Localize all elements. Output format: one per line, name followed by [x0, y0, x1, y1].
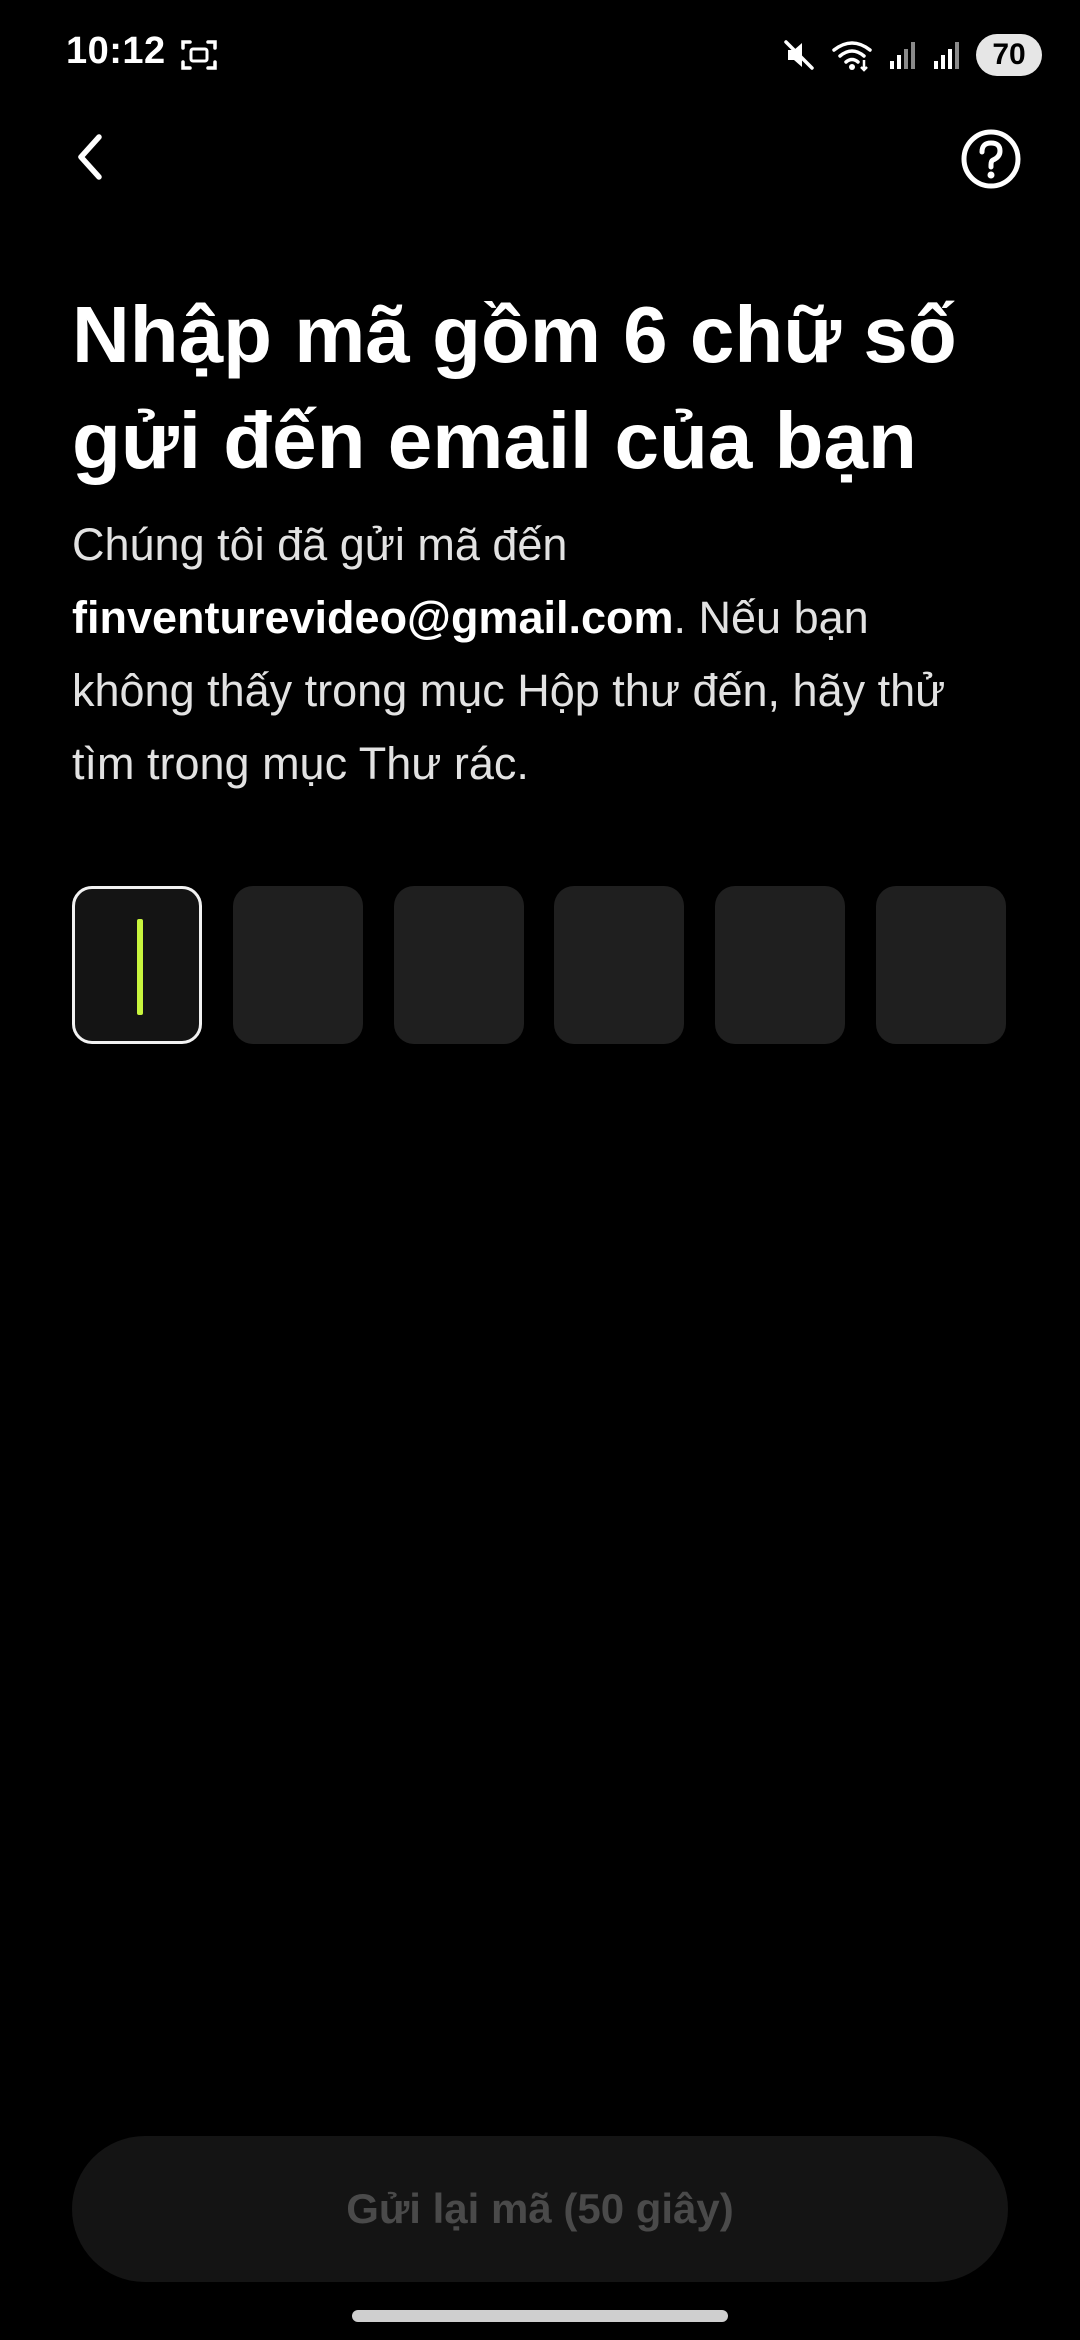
code-digit-5[interactable] [715, 886, 846, 1044]
mute-icon [782, 38, 816, 72]
page-title: Nhập mã gồm 6 chữ số gửi đến email của b… [72, 290, 957, 485]
question-circle-icon [961, 129, 1021, 189]
code-digit-4[interactable] [554, 886, 685, 1044]
code-digit-3[interactable] [393, 886, 524, 1044]
instruction-text: Chúng tôi đã gửi mã đến finventurevideo@… [72, 508, 1002, 800]
screen-capture-icon [180, 38, 218, 72]
signal-icon [932, 39, 962, 71]
chevron-left-icon [78, 134, 102, 180]
code-digit-2[interactable] [232, 886, 363, 1044]
instruction-prefix: Chúng tôi đã gửi mã đến [72, 519, 568, 570]
code-digit-1[interactable] [72, 886, 202, 1044]
code-digit-6[interactable] [875, 886, 1006, 1044]
text-caret [137, 919, 143, 1015]
status-icons: 70 [782, 30, 1042, 80]
home-indicator[interactable] [352, 2310, 728, 2322]
status-time: 10:12 [66, 30, 166, 72]
signal-icon [888, 39, 918, 71]
resend-code-button[interactable]: Gửi lại mã (50 giây) [72, 2136, 1008, 2282]
help-button[interactable] [958, 126, 1024, 192]
battery-indicator: 70 [976, 34, 1042, 76]
wifi-icon [830, 38, 874, 72]
back-button[interactable] [60, 124, 120, 190]
status-bar: 10:12 70 [0, 0, 1080, 110]
email-address: finventurevideo@gmail.com [72, 592, 674, 643]
verification-code-input [72, 886, 1006, 1044]
